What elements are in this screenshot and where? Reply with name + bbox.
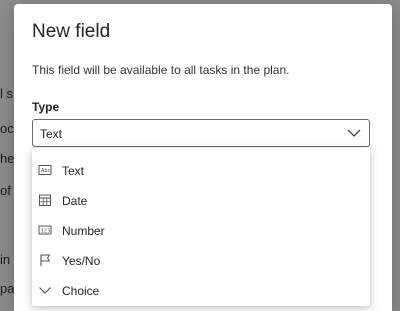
type-dropdown-list: Abc Text Date 123 Number Yes/No Choice bbox=[32, 148, 370, 306]
chevron-down-icon bbox=[347, 129, 361, 137]
type-select[interactable]: Text bbox=[32, 119, 370, 147]
background-text-fragment: oc bbox=[0, 121, 14, 136]
type-option-number[interactable]: 123 Number bbox=[32, 216, 370, 244]
background-text-fragment: l s bbox=[0, 86, 13, 101]
type-option-date[interactable]: Date bbox=[32, 186, 370, 214]
calendar-icon bbox=[39, 194, 51, 206]
text-field-icon: Abc bbox=[38, 165, 52, 175]
type-option-label: Number bbox=[62, 224, 105, 238]
background-text-fragment: he bbox=[0, 151, 15, 166]
chevron-down-icon bbox=[39, 287, 51, 294]
type-option-label: Text bbox=[62, 164, 85, 178]
dialog-description: This field will be available to all task… bbox=[32, 63, 290, 77]
svg-text:Abc: Abc bbox=[41, 168, 51, 174]
type-select-value: Text bbox=[40, 127, 63, 141]
dialog-title: New field bbox=[32, 21, 111, 42]
type-option-label: Date bbox=[62, 194, 88, 208]
background-text-fragment: of bbox=[0, 183, 11, 198]
type-option-label: Choice bbox=[62, 284, 100, 298]
new-field-dialog: New field This field will be available t… bbox=[14, 4, 392, 311]
svg-text:123: 123 bbox=[41, 228, 51, 234]
background-text-fragment: in bbox=[0, 252, 11, 267]
type-option-choice[interactable]: Choice bbox=[32, 276, 370, 304]
type-option-yes-no[interactable]: Yes/No bbox=[32, 246, 370, 274]
number-field-icon: 123 bbox=[38, 225, 52, 235]
flag-icon bbox=[40, 254, 51, 266]
type-option-label: Yes/No bbox=[62, 254, 101, 268]
type-option-text[interactable]: Abc Text bbox=[32, 156, 370, 184]
type-label: Type bbox=[32, 100, 60, 114]
